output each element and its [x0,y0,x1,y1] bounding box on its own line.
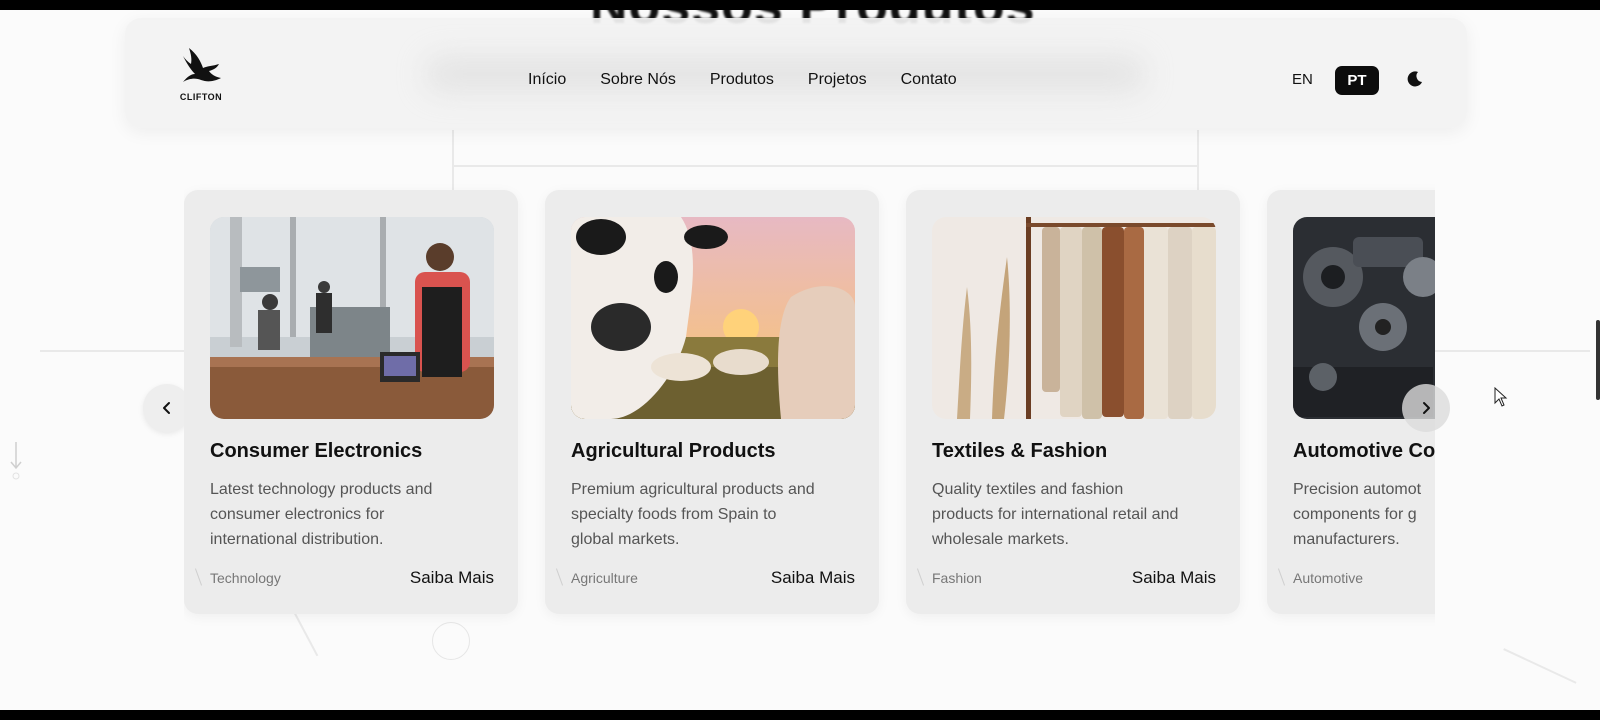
card-category: Automotive [1293,570,1364,586]
card-image [932,217,1216,419]
card-category: Technology [210,570,281,586]
saiba-mais-link[interactable]: Saiba Mais [410,568,494,588]
page-viewport: Nossos Produtos CLIFTON Início Sobre Nós… [0,10,1600,710]
nav-link-inicio[interactable]: Início [528,71,566,89]
logo-text: CLIFTON [179,92,223,102]
chevron-left-icon [163,402,170,414]
saiba-mais-link[interactable]: Saiba Mais [771,568,855,588]
lang-pt-button[interactable]: PT [1335,66,1379,95]
product-card: Consumer Electronics Latest technology p… [184,190,518,614]
nav-link-contato[interactable]: Contato [901,71,957,89]
card-title: Agricultural Products [571,440,776,462]
card-image [210,217,494,419]
card-description: Quality textiles and fashion products fo… [932,481,1179,548]
card-category: Agriculture [571,570,638,586]
card-description: Premium agricultural products and specia… [571,481,815,548]
chevron-right-icon [1423,402,1430,414]
card-title: Textiles & Fashion [932,440,1108,462]
product-card: Agricultural Products Premium agricultur… [545,190,879,614]
card-title: Automotive Co [1293,440,1435,462]
navbar: CLIFTON Início Sobre Nós Produtos Projet… [125,18,1467,128]
nav-link-produtos[interactable]: Produtos [710,71,774,89]
bg-line [1420,350,1590,352]
lang-en-button[interactable]: EN [1292,71,1313,88]
scroll-down-icon [10,442,22,480]
scrollbar-thumb[interactable] [1596,320,1600,400]
moon-icon[interactable] [1405,69,1425,89]
card-category: Fashion [932,570,982,586]
card-title: Consumer Electronics [210,440,423,462]
bg-line [452,165,1198,167]
main-nav: Início Sobre Nós Produtos Projetos Conta… [528,71,957,89]
card-description: Latest technology products and consumer … [210,481,433,548]
bg-line [1503,648,1577,684]
nav-link-projetos[interactable]: Projetos [808,71,867,89]
product-card: Textiles & Fashion Quality textiles and … [906,190,1240,614]
bg-line [40,350,190,352]
products-carousel: Consumer Electronics Latest technology p… [184,180,1435,630]
carousel-next-button[interactable] [1402,384,1450,432]
mouse-cursor-icon [1494,387,1508,407]
card-image [571,217,855,419]
card-description: Precision automot components for g manuf… [1293,481,1422,548]
nav-link-sobre-nos[interactable]: Sobre Nós [600,71,676,89]
saiba-mais-link[interactable]: Saiba Mais [1132,568,1216,588]
